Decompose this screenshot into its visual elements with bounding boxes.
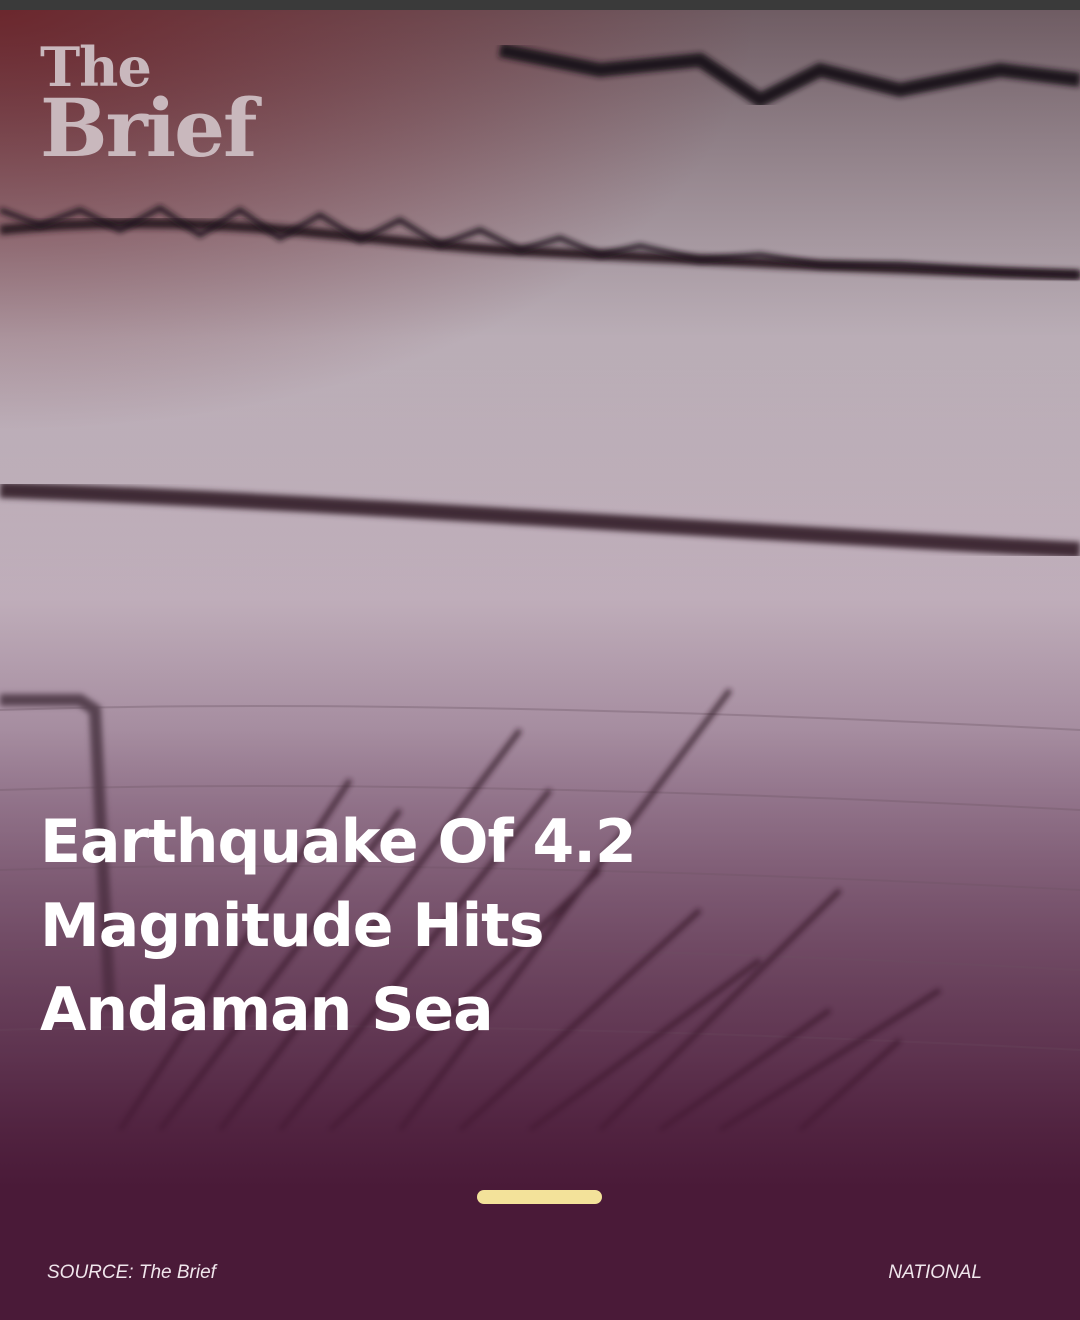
category-label: NATIONAL (888, 1262, 982, 1283)
story-footer: SOURCE: The Brief NATIONAL (0, 1250, 1080, 1320)
logo-line-brief: Brief (40, 81, 257, 175)
swipe-up-indicator[interactable] (477, 1190, 602, 1204)
the-brief-logo: The Brief (40, 40, 257, 175)
story-card[interactable]: The Brief Earthquake Of 4.2 Magnitude Hi… (0, 0, 1080, 1320)
seismograph-background-image (0, 10, 1080, 1320)
story-headline: Earthquake Of 4.2 Magnitude Hits Andaman… (40, 807, 637, 1045)
story-progress-fill (0, 0, 1080, 10)
story-progress-bar (0, 0, 1080, 10)
source-label: SOURCE: The Brief (47, 1262, 216, 1283)
